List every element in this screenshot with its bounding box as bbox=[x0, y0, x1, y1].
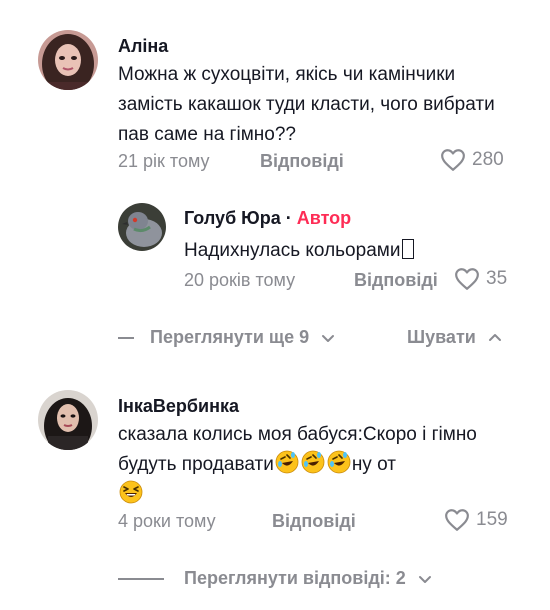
like-button[interactable]: 159 bbox=[444, 508, 508, 532]
thread-divider bbox=[118, 577, 164, 580]
reply-button[interactable]: Відповіді bbox=[272, 511, 356, 532]
comment-timestamp: 21 рік тому bbox=[118, 151, 210, 171]
rolling-on-floor-laughing-emoji bbox=[301, 450, 325, 474]
chevron-down-icon bbox=[418, 575, 431, 583]
avatar-alina[interactable] bbox=[38, 30, 98, 90]
reply-text: Надихнулась кольорами bbox=[184, 240, 401, 261]
avatar-inkaverbynka-image bbox=[38, 390, 98, 450]
reply-text-line: Надихнулась кольорами bbox=[184, 236, 504, 266]
view-replies-button[interactable]: Переглянути відповіді: 2 bbox=[118, 568, 434, 589]
reply-timestamp: 20 років тому bbox=[184, 270, 296, 290]
heart-outline-icon bbox=[441, 149, 465, 171]
comment-text-tail: ну от bbox=[351, 454, 396, 475]
reply-like-button[interactable]: 35 bbox=[454, 267, 507, 291]
like-count: 280 bbox=[472, 149, 504, 170]
reply-like-count: 35 bbox=[486, 268, 508, 289]
avatar-alina-image bbox=[38, 30, 98, 90]
heart-outline-icon bbox=[455, 268, 479, 290]
comment-text: Можна ж сухоцвіти, якісь чи камінчики за… bbox=[118, 64, 495, 145]
comment-text: сказала колись моя бабуся:Скоро і гімно … bbox=[118, 420, 518, 510]
reply-reply-button[interactable]: Відповіді bbox=[354, 270, 438, 291]
comment-username[interactable]: ІнкаВербинка bbox=[118, 396, 239, 417]
grinning-squinting-emoji bbox=[119, 480, 143, 504]
reply-username[interactable]: Голуб Юра bbox=[184, 208, 281, 228]
hide-replies-button[interactable]: Шувати bbox=[407, 327, 504, 348]
missing-glyph-icon bbox=[402, 239, 415, 259]
hide-label: Шувати bbox=[407, 327, 476, 347]
like-button[interactable]: 280 bbox=[440, 148, 504, 172]
like-count: 159 bbox=[476, 509, 508, 530]
avatar-golub-yura[interactable] bbox=[118, 203, 166, 251]
thread-divider bbox=[118, 336, 134, 339]
view-more-label: Переглянути ще 9 bbox=[150, 327, 310, 347]
author-separator: · bbox=[285, 208, 292, 228]
reply-button[interactable]: Відповіді bbox=[260, 151, 344, 172]
comment-username[interactable]: Аліна bbox=[118, 36, 168, 57]
chevron-down-icon bbox=[322, 334, 335, 342]
rolling-on-floor-laughing-emoji bbox=[275, 450, 299, 474]
heart-outline-icon bbox=[445, 509, 469, 531]
author-badge: Автор bbox=[296, 208, 352, 228]
comment-timestamp: 4 роки тому bbox=[118, 511, 216, 531]
rolling-on-floor-laughing-emoji bbox=[327, 450, 351, 474]
chevron-up-icon bbox=[488, 333, 501, 341]
avatar-inkaverbynka[interactable] bbox=[38, 390, 98, 450]
reply-username-line: Голуб Юра · Автор bbox=[184, 208, 351, 229]
view-more-replies-button[interactable]: Переглянути ще 9 bbox=[118, 327, 337, 348]
avatar-golub-yura-image bbox=[118, 203, 166, 251]
view-replies-label: Переглянути відповіді: 2 bbox=[184, 568, 406, 588]
